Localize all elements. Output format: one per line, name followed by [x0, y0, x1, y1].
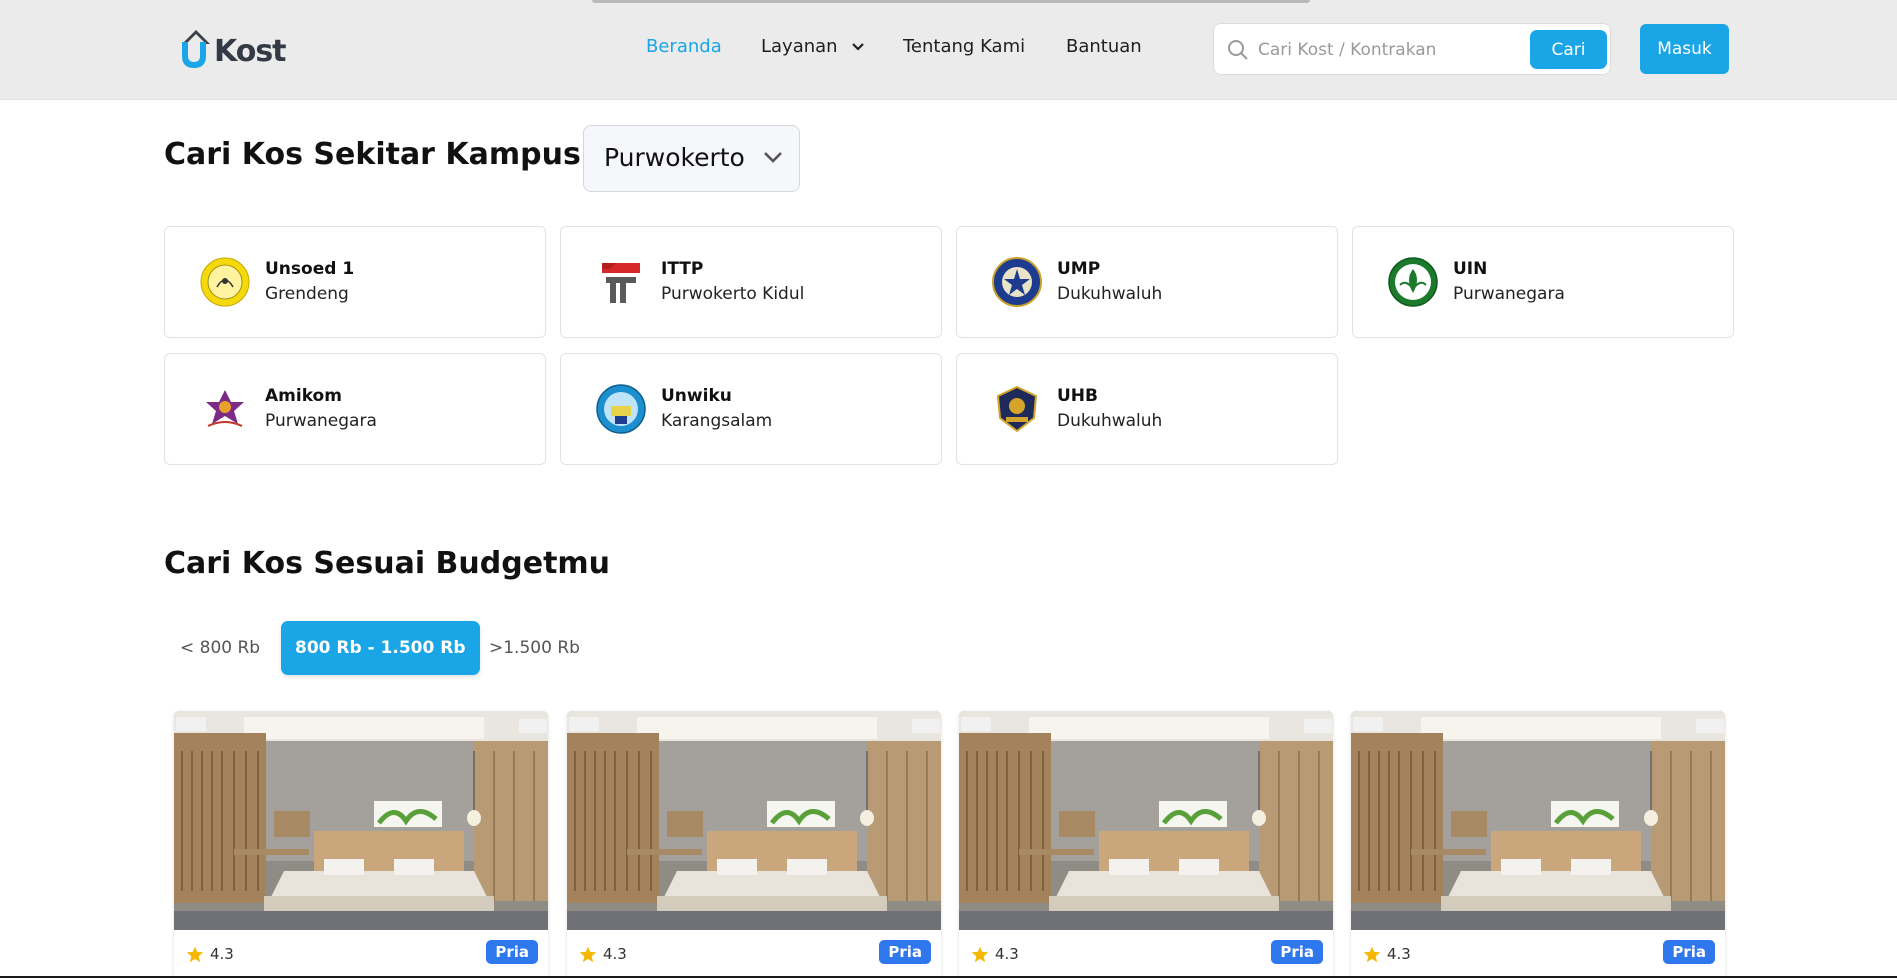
campus-area: Grendeng [265, 284, 349, 304]
gender-badge: Pria [1271, 940, 1323, 964]
campus-section-title: Cari Kos Sekitar Kampus di [164, 137, 624, 172]
campus-name: Amikom [265, 386, 342, 406]
campus-name: Unsoed 1 [265, 259, 355, 279]
gender-badge: Pria [1663, 940, 1715, 964]
amikom-logo-icon [206, 390, 244, 427]
house-u-icon [182, 30, 210, 68]
nav-beranda[interactable]: Beranda [646, 36, 722, 57]
room-photo [1351, 711, 1725, 930]
gender-badge: Pria [486, 940, 538, 964]
chevron-down-icon [764, 152, 782, 163]
chevron-down-icon [852, 43, 865, 51]
gender-badge: Pria [879, 940, 931, 964]
ukost-logo[interactable]: Kost [178, 26, 288, 72]
nav-tentang-kami[interactable]: Tentang Kami [903, 36, 1025, 57]
star-icon [1363, 946, 1381, 962]
rating: 4.3 [186, 945, 234, 963]
search-icon [1228, 40, 1248, 60]
tab-over-1500[interactable]: >1.500 Rb [475, 621, 594, 675]
ittp-logo-icon [602, 263, 640, 303]
campus-area: Karangsalam [661, 411, 773, 431]
campus-card-uin[interactable]: UIN Purwanegara [1352, 226, 1734, 338]
rating-value: 4.3 [603, 945, 627, 963]
campus-area: Purwanegara [1453, 284, 1565, 304]
star-icon [186, 946, 204, 962]
star-icon [971, 946, 989, 962]
logo-text: Kost [214, 34, 287, 69]
kos-card[interactable]: 4.3 Pria [567, 711, 941, 978]
campus-area: Dukuhwaluh [1057, 284, 1163, 304]
uhb-logo-icon [996, 385, 1038, 433]
campus-card-ittp[interactable]: ITTP Purwokerto Kidul [560, 226, 942, 338]
campus-card-unsoed[interactable]: Unsoed 1 Grendeng [164, 226, 546, 338]
rating: 4.3 [971, 945, 1019, 963]
campus-name: Unwiku [661, 386, 732, 406]
search-button[interactable]: Cari [1530, 30, 1607, 69]
search-input[interactable] [1258, 36, 1498, 64]
browser-overlay-strip [592, 0, 1310, 3]
nav-bantuan[interactable]: Bantuan [1066, 36, 1142, 57]
tab-under-800[interactable]: < 800 Rb [166, 621, 274, 675]
budget-section-title: Cari Kos Sesuai Budgetmu [164, 546, 611, 581]
rating: 4.3 [1363, 945, 1411, 963]
top-navbar: Kost Beranda Layanan Tentang Kami Bantua… [0, 0, 1897, 100]
city-dropdown[interactable]: Purwokerto [583, 125, 800, 192]
campus-name: UMP [1057, 259, 1101, 279]
room-photo [174, 711, 548, 930]
campus-card-uhb[interactable]: UHB Dukuhwaluh [956, 353, 1338, 465]
room-photo [567, 711, 941, 930]
rating: 4.3 [579, 945, 627, 963]
unsoed-logo-icon [200, 257, 250, 307]
ump-logo-icon [992, 257, 1042, 307]
campus-name: UIN [1453, 259, 1488, 279]
campus-area: Purwokerto Kidul [661, 284, 805, 304]
campus-area: Purwanegara [265, 411, 377, 431]
campus-card-unwiku[interactable]: Unwiku Karangsalam [560, 353, 942, 465]
campus-name: UHB [1057, 386, 1098, 406]
search-bar: Cari [1213, 23, 1611, 75]
campus-name: ITTP [661, 259, 704, 279]
rating-value: 4.3 [995, 945, 1019, 963]
nav-layanan-label: Layanan [761, 36, 838, 57]
kos-card[interactable]: 4.3 Pria [1351, 711, 1725, 978]
campus-area: Dukuhwaluh [1057, 411, 1163, 431]
city-dropdown-value: Purwokerto [604, 143, 745, 172]
login-button[interactable]: Masuk [1640, 24, 1729, 74]
kos-card[interactable]: 4.3 Pria [959, 711, 1333, 978]
tab-800-1500[interactable]: 800 Rb - 1.500 Rb [281, 621, 480, 675]
unwiku-logo-icon [596, 384, 646, 434]
uin-logo-icon [1388, 257, 1438, 307]
rating-value: 4.3 [1387, 945, 1411, 963]
kos-card[interactable]: 4.3 Pria [174, 711, 548, 978]
star-icon [579, 946, 597, 962]
rating-value: 4.3 [210, 945, 234, 963]
nav-layanan[interactable]: Layanan [761, 36, 865, 57]
campus-card-ump[interactable]: UMP Dukuhwaluh [956, 226, 1338, 338]
room-photo [959, 711, 1333, 930]
campus-card-amikom[interactable]: Amikom Purwanegara [164, 353, 546, 465]
